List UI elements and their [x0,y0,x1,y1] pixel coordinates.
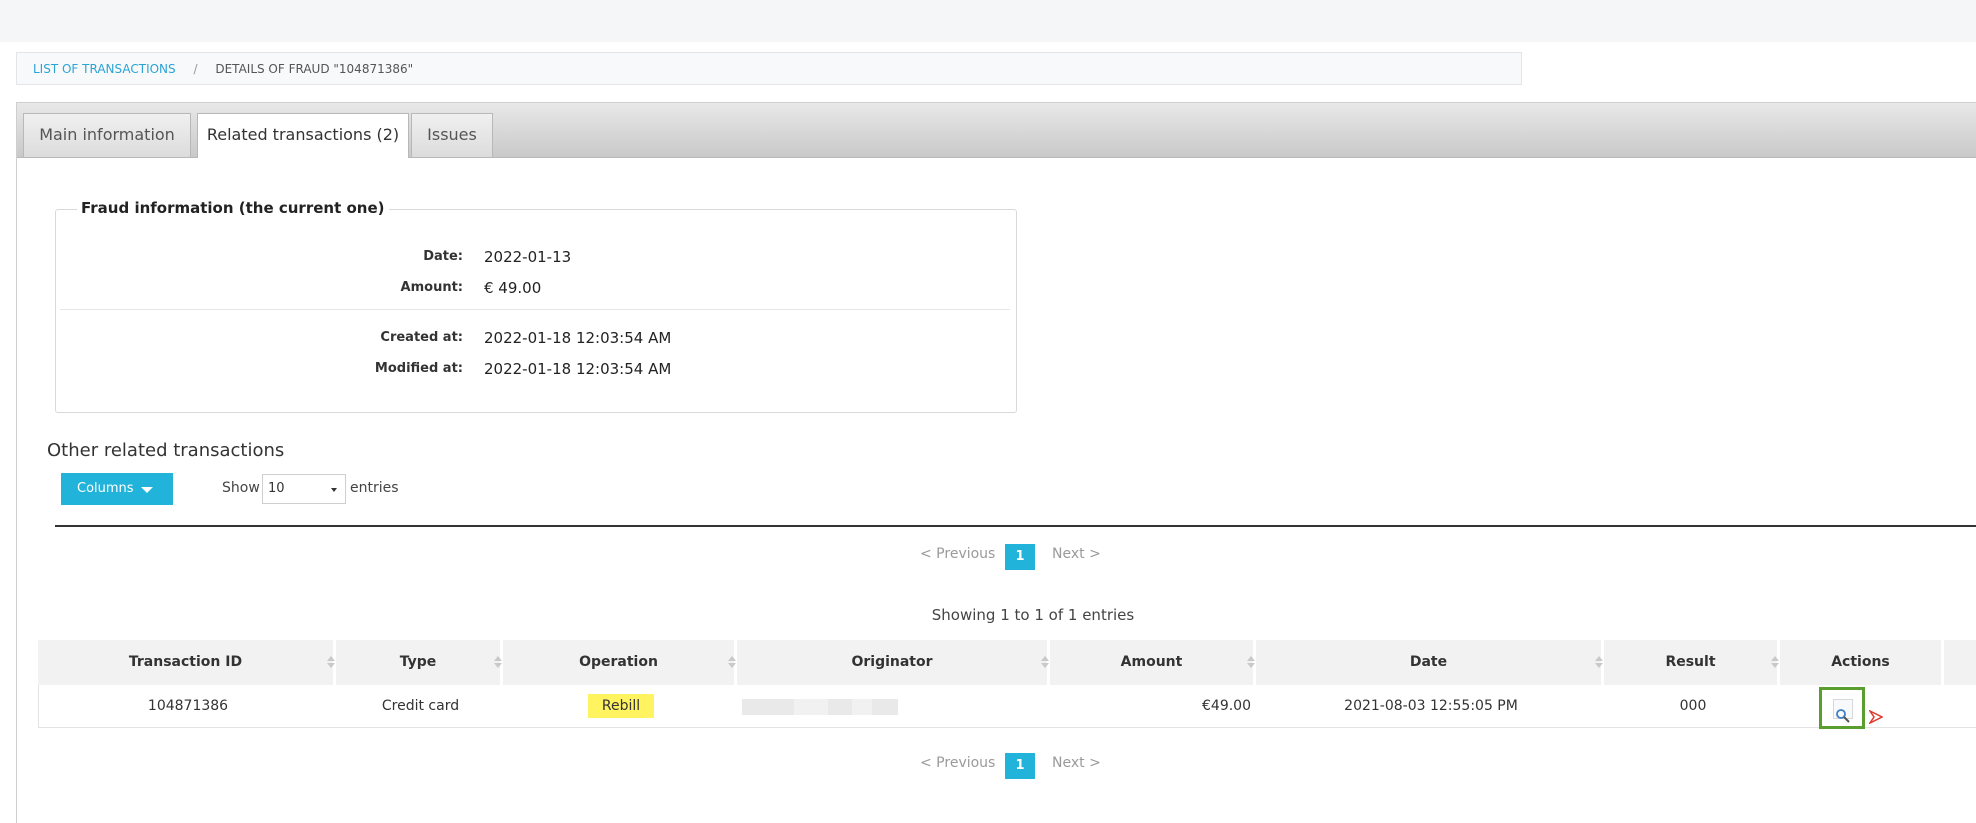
top-bar [0,0,1976,42]
th-type[interactable]: Type [336,640,503,685]
th-transaction-id[interactable]: Transaction ID [38,640,336,685]
th-result-label: Result [1665,654,1716,670]
related-section-title: Other related transactions [47,440,285,461]
columns-button[interactable]: Columns [61,473,173,505]
show-label: Show [222,480,260,496]
columns-button-label: Columns [77,481,134,496]
th-result[interactable]: Result [1604,640,1780,685]
th-transaction-id-label: Transaction ID [128,654,243,670]
tab-issues[interactable]: Issues [411,113,493,157]
pagination-bottom: < Previous 1 Next > [0,753,1976,779]
select-caret-icon [331,488,337,492]
breadcrumb: LIST OF TRANSACTIONS / DETAILS OF FRAUD … [16,52,1522,85]
send-arrow-icon[interactable] [1867,699,1884,742]
redacted-block [872,699,898,715]
previous-page-link[interactable]: < Previous [920,755,995,771]
cell-transaction-id: 104871386 [147,698,229,714]
table-row: 104871386 Credit card Rebill €49.00 2021… [38,685,1976,729]
th-date-label: Date [1409,654,1448,670]
breadcrumb-current: DETAILS OF FRAUD "104871386" [215,62,414,76]
cell-amount: €49.00 [1051,685,1257,728]
modified-value: 2022-01-18 12:03:54 AM [484,360,672,378]
th-operation[interactable]: Operation [503,640,737,685]
created-label: Created at: [380,330,463,345]
th-originator-label: Originator [851,654,933,670]
previous-page-link[interactable]: < Previous [920,546,995,562]
th-date[interactable]: Date [1256,640,1604,685]
page-length-value: 10 [268,481,285,496]
redacted-block [828,699,852,715]
date-value: 2022-01-13 [484,248,572,266]
created-value: 2022-01-18 12:03:54 AM [484,329,672,347]
breadcrumb-list-link[interactable]: LIST OF TRANSACTIONS [33,62,176,76]
cell-operation: Rebill [504,685,738,728]
page-length-select[interactable]: 10 [262,474,346,504]
fraud-info-fieldset: Date: 2022-01-13 Amount: € 49.00 Created… [55,209,1017,413]
th-actions-label: Actions [1831,654,1890,670]
operation-badge: Rebill [587,694,655,718]
info-row-modified: Modified at: 2022-01-18 12:03:54 AM [56,357,1016,381]
cell-date: 2021-08-03 12:55:05 PM [1344,698,1518,714]
table-header: Transaction ID Type Operation Originator… [38,640,1976,685]
page-1-button[interactable]: 1 [1005,753,1035,779]
redacted-block [794,699,828,715]
amount-label: Amount: [400,280,463,295]
tab-related-transactions[interactable]: Related transactions (2) [197,113,409,158]
page-1-button[interactable]: 1 [1005,544,1035,570]
pagination-top: < Previous 1 Next > [0,544,1976,570]
next-page-link[interactable]: Next > [1052,755,1101,771]
redacted-block [742,699,794,715]
th-originator[interactable]: Originator [737,640,1050,685]
cell-originator [738,685,1051,728]
th-amount[interactable]: Amount [1050,640,1256,685]
table-top-rule [55,525,1976,527]
cell-type: Credit card [381,698,460,714]
cell-actions [1781,685,1945,729]
date-label: Date: [423,249,463,264]
modified-label: Modified at: [374,361,463,376]
entries-label: entries [350,480,399,496]
breadcrumb-separator: / [193,62,198,76]
amount-text: €49.00 [1202,698,1251,714]
magnifier-icon [1833,699,1853,723]
info-divider [60,309,1010,310]
info-row-date: Date: 2022-01-13 [56,245,1016,269]
fraud-info-legend: Fraud information (the current one) [77,199,389,217]
showing-entries-info: Showing 1 to 1 of 1 entries [931,606,1135,624]
next-page-link[interactable]: Next > [1052,546,1101,562]
redacted-block [852,699,872,715]
th-operation-label: Operation [579,654,658,670]
th-type-label: Type [399,654,437,670]
tab-main-information[interactable]: Main information [23,113,191,157]
caret-down-icon [141,487,153,493]
th-amount-label: Amount [1120,654,1183,670]
cell-result: 000 [1679,698,1707,714]
th-actions: Actions [1780,640,1944,685]
view-transaction-button[interactable] [1819,687,1865,729]
tab-bar: Main information Related transactions (2… [17,103,1976,158]
amount-value: € 49.00 [484,279,542,297]
info-row-amount: Amount: € 49.00 [56,276,1016,300]
info-row-created: Created at: 2022-01-18 12:03:54 AM [56,326,1016,350]
